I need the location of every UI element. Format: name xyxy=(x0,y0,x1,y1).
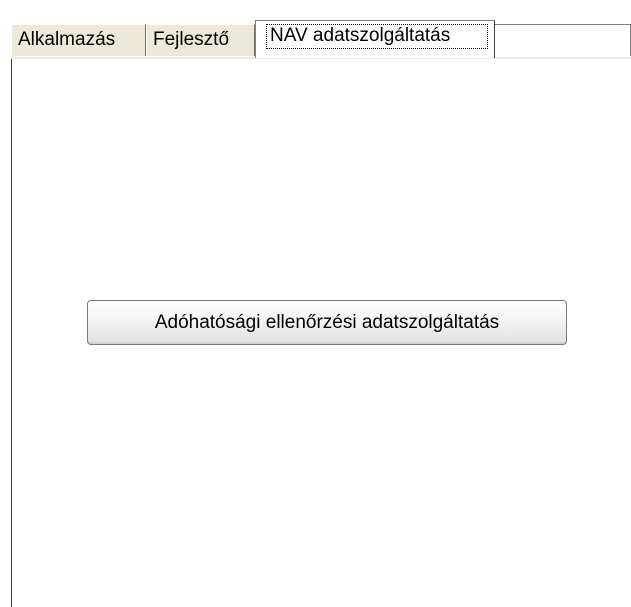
tab-strip-fill xyxy=(495,24,631,56)
tab-strip: Alkalmazás Fejlesztő NAV adatszolgáltatá… xyxy=(11,20,631,58)
tab-label: NAV adatszolgáltatás xyxy=(270,25,451,46)
adohatosagi-ellenorzesi-button[interactable]: Adóhatósági ellenőrzési adatszolgáltatás xyxy=(87,300,567,345)
tab-nav-adatszolgaltatas[interactable]: NAV adatszolgáltatás xyxy=(255,20,495,58)
tab-alkalmazas[interactable]: Alkalmazás xyxy=(11,24,146,56)
tab-label: Alkalmazás xyxy=(18,29,116,50)
tab-fejleszto[interactable]: Fejlesztő xyxy=(146,24,255,56)
tab-label: Fejlesztő xyxy=(153,29,230,50)
window: Alkalmazás Fejlesztő NAV adatszolgáltatá… xyxy=(0,0,631,607)
